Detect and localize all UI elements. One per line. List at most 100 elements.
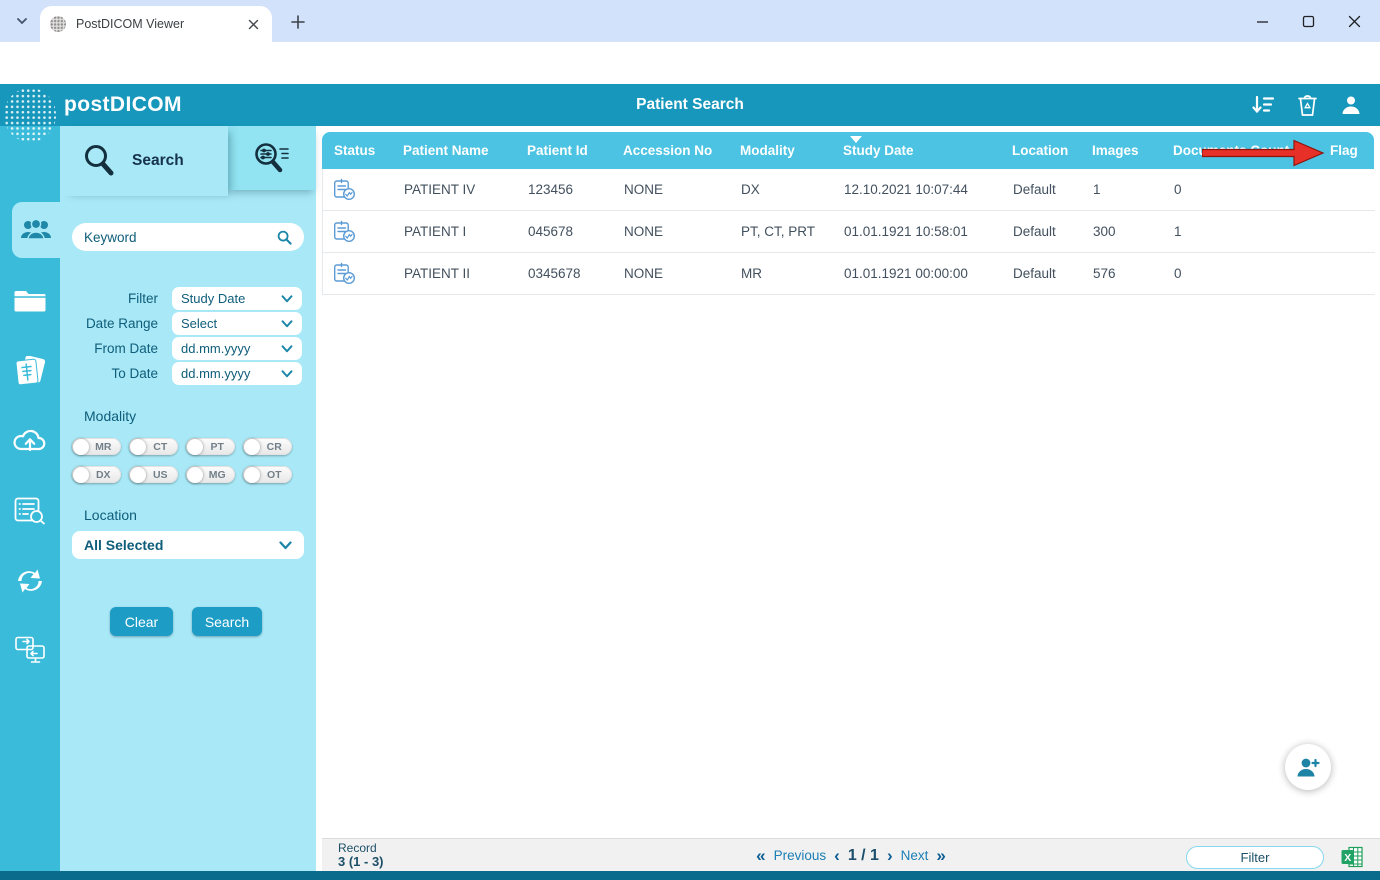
- filter-select[interactable]: Study Date: [172, 287, 302, 310]
- chevron-down-icon: [279, 540, 292, 549]
- patients-group-icon: [21, 218, 51, 240]
- last-page-icon[interactable]: »: [936, 847, 945, 864]
- column-header-accession_no[interactable]: Accession No: [623, 132, 712, 169]
- tab-close-icon[interactable]: [244, 15, 262, 33]
- chevron-down-icon: [281, 294, 293, 302]
- bottom-status-strip: [0, 871, 1380, 880]
- keyword-search-icon[interactable]: [277, 230, 292, 245]
- filter-select[interactable]: Select: [172, 312, 302, 335]
- tab-search[interactable]: Search: [60, 126, 228, 196]
- table-row[interactable]: PATIENT I 045678 NONE PT, CT, PRT 01.01.1921…: [323, 211, 1375, 253]
- toggle-knob: [243, 466, 260, 483]
- table-row[interactable]: PATIENT IV 123456 NONE DX 12.10.2021 10:07:4…: [323, 169, 1375, 211]
- next-page-icon[interactable]: ›: [887, 847, 893, 864]
- filter-label: Filter: [128, 291, 158, 306]
- modality-toggle-cr[interactable]: CR: [243, 438, 292, 455]
- modality-label: Modality: [84, 408, 137, 424]
- column-header-status[interactable]: Status: [334, 132, 375, 169]
- browser-tab[interactable]: PostDICOM Viewer: [40, 6, 272, 42]
- sidebar-item-worklist-search[interactable]: [0, 483, 60, 539]
- clear-button[interactable]: Clear: [110, 607, 173, 636]
- app-header: [0, 84, 1380, 126]
- tab-search-button[interactable]: [8, 8, 36, 34]
- filter-label: Date Range: [85, 316, 158, 331]
- brand-logo-text: postDICOM: [64, 93, 182, 116]
- previous-page-icon[interactable]: ‹: [834, 847, 840, 864]
- next-page-button[interactable]: Next: [901, 848, 929, 863]
- table-footer: Record 3 (1 - 3) « Previous ‹ 1 / 1 › Ne…: [322, 838, 1380, 871]
- modality-toggle-mr[interactable]: MR: [72, 438, 121, 455]
- cell-accession_no: NONE: [624, 266, 664, 281]
- advanced-search-icon: [255, 143, 289, 173]
- filter-row: Date Range Select: [60, 312, 316, 335]
- window-minimize-button[interactable]: [1252, 11, 1272, 31]
- first-page-icon[interactable]: «: [756, 847, 765, 864]
- filter-select[interactable]: dd.mm.yyyy: [172, 362, 302, 385]
- keyword-placeholder: Keyword: [84, 229, 137, 245]
- tab-advanced-search[interactable]: [228, 126, 316, 190]
- sidebar-item-patient-search[interactable]: [12, 202, 60, 258]
- modality-toggle-us[interactable]: US: [129, 466, 178, 483]
- toggle-knob: [129, 466, 146, 483]
- sync-arrows-icon: [18, 569, 42, 593]
- cell-study_date: 01.01.1921 00:00:00: [844, 266, 968, 281]
- cell-modality: PT, CT, PRT: [741, 224, 816, 239]
- add-patient-button[interactable]: [1285, 744, 1331, 790]
- recycle-bin-icon: [1297, 94, 1317, 116]
- location-select[interactable]: All Selected: [72, 531, 304, 559]
- excel-export-button[interactable]: X: [1340, 845, 1364, 869]
- filter-button[interactable]: Filter: [1186, 846, 1324, 869]
- cell-images: 300: [1093, 224, 1116, 239]
- modality-toggle-ct[interactable]: CT: [129, 438, 178, 455]
- table-row[interactable]: PATIENT II 0345678 NONE MR 01.01.1921 00:00:…: [323, 253, 1375, 295]
- modality-option-label: OT: [266, 468, 282, 481]
- sidebar-item-network-transfer[interactable]: [0, 622, 60, 678]
- column-header-location[interactable]: Location: [1012, 132, 1068, 169]
- account-icon: [1342, 96, 1360, 114]
- column-header-modality[interactable]: Modality: [740, 132, 795, 169]
- column-header-patient_id[interactable]: Patient Id: [527, 132, 588, 169]
- window-maximize-button[interactable]: [1298, 11, 1318, 31]
- search-button[interactable]: Search: [192, 607, 262, 636]
- report-status-icon[interactable]: [333, 220, 356, 243]
- modality-option-label: US: [152, 468, 168, 481]
- cell-documents_count: 0: [1174, 266, 1182, 281]
- sidebar-item-image-studies[interactable]: [0, 343, 60, 399]
- sidebar-item-cloud-upload[interactable]: [0, 412, 60, 468]
- sidebar-item-folders[interactable]: [0, 272, 60, 328]
- cell-documents_count: 0: [1174, 182, 1182, 197]
- modality-toggle-mg[interactable]: MG: [186, 466, 235, 483]
- sidebar-item-sync[interactable]: [0, 553, 60, 609]
- cell-study_date: 01.01.1921 10:58:01: [844, 224, 968, 239]
- modality-toggle-ot[interactable]: OT: [243, 466, 292, 483]
- svg-text:X: X: [1344, 852, 1351, 864]
- sort-order-button[interactable]: [1250, 92, 1276, 118]
- cell-patient_name: PATIENT II: [404, 266, 471, 281]
- toggle-knob: [72, 438, 89, 455]
- cell-location: Default: [1013, 224, 1056, 239]
- window-close-button[interactable]: [1344, 11, 1364, 31]
- cell-location: Default: [1013, 182, 1056, 197]
- column-header-images[interactable]: Images: [1092, 132, 1139, 169]
- column-header-flag[interactable]: Flag: [1330, 132, 1358, 169]
- browser-toolbar: germany.postdicom.com/Viewer/Main Guest: [0, 42, 1380, 121]
- modality-toggle-pt[interactable]: PT: [186, 438, 235, 455]
- report-status-icon[interactable]: [333, 178, 356, 201]
- cell-patient_id: 123456: [528, 182, 574, 197]
- column-header-patient_name[interactable]: Patient Name: [403, 132, 489, 169]
- filter-label: To Date: [111, 366, 158, 381]
- modality-toggle-dx[interactable]: DX: [72, 466, 121, 483]
- account-button[interactable]: [1338, 92, 1364, 118]
- previous-page-button[interactable]: Previous: [774, 848, 827, 863]
- recycle-bin-button[interactable]: [1294, 92, 1320, 118]
- report-status-icon[interactable]: [333, 262, 356, 285]
- cell-images: 1: [1093, 182, 1101, 197]
- new-tab-button[interactable]: [286, 10, 310, 34]
- add-person-icon: [1297, 758, 1320, 777]
- header-actions: [1250, 84, 1364, 126]
- list-search-icon: [14, 497, 46, 525]
- toggle-knob: [243, 438, 260, 455]
- keyword-input[interactable]: Keyword: [72, 223, 304, 251]
- filter-select[interactable]: dd.mm.yyyy: [172, 337, 302, 360]
- toggle-knob: [72, 466, 89, 483]
